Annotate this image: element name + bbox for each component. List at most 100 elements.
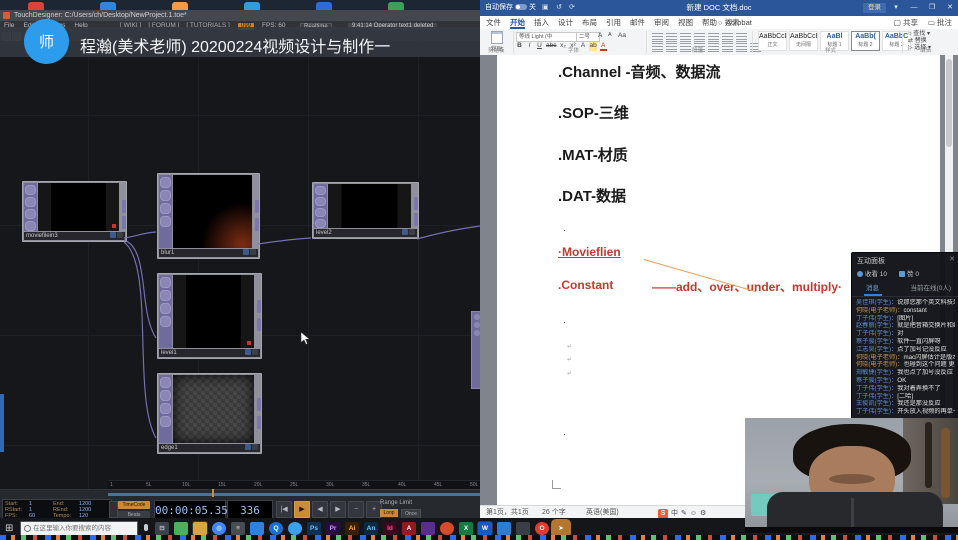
- paragraph-format-icon[interactable]: [708, 42, 719, 52]
- tab-开始[interactable]: 开始: [510, 16, 525, 29]
- node-viewer[interactable]: [173, 175, 252, 248]
- tab-online-list[interactable]: 当前在线(0人): [911, 282, 951, 296]
- style-card[interactable]: AaBbCcD无间隔: [789, 31, 818, 51]
- camera-app-icon[interactable]: [497, 522, 511, 535]
- ribbon-tabs[interactable]: 文件开始插入设计布局引用邮件审阅视图帮助Acrobat: [486, 16, 752, 29]
- style-card[interactable]: AaBbC标题 3: [882, 31, 911, 51]
- tab-设计[interactable]: 设计: [558, 16, 573, 29]
- qq-browser-icon[interactable]: Q: [269, 522, 283, 535]
- node-level1[interactable]: level1: [157, 273, 262, 359]
- dark-app-icon[interactable]: [516, 522, 530, 535]
- node-level2[interactable]: level2: [312, 182, 419, 239]
- paragraph-format-icon[interactable]: [680, 32, 691, 42]
- file-explorer-icon[interactable]: [193, 522, 207, 535]
- close-button[interactable]: ✕: [942, 0, 958, 16]
- transport-button[interactable]: −: [348, 501, 364, 518]
- font-format-button[interactable]: A: [600, 42, 607, 51]
- green-app-icon[interactable]: [174, 522, 188, 535]
- dingtalk-icon[interactable]: [288, 522, 302, 535]
- transport-button[interactable]: ▶: [330, 501, 346, 518]
- tim-icon[interactable]: [250, 522, 264, 535]
- style-card[interactable]: AaBbCcD正文: [758, 31, 787, 51]
- node-flag-strip[interactable]: [314, 184, 327, 228]
- node-viewer[interactable]: [328, 184, 411, 228]
- timeline-collapse-button[interactable]: [109, 501, 118, 518]
- font-format-button[interactable]: U: [536, 42, 543, 51]
- excel-icon[interactable]: X: [459, 522, 473, 535]
- node-edge1[interactable]: edge1: [157, 373, 262, 454]
- notepad-icon[interactable]: ≡: [231, 522, 245, 535]
- node-output-connector[interactable]: [257, 318, 261, 331]
- restore-button[interactable]: ❐: [924, 0, 940, 16]
- taskview-icon[interactable]: ⊟: [155, 522, 169, 535]
- sogou-logo-icon[interactable]: S: [658, 509, 668, 519]
- loop-button[interactable]: Loop: [380, 509, 398, 517]
- paragraph-format-icon[interactable]: [736, 42, 747, 52]
- paragraph-format-icon[interactable]: [652, 42, 663, 52]
- node-viewer[interactable]: [173, 375, 254, 443]
- node-moviefilein3[interactable]: moviefilein3: [22, 181, 127, 242]
- node-output-connector[interactable]: [414, 197, 418, 210]
- font-size-select[interactable]: 二号: [576, 32, 600, 42]
- tab-布局[interactable]: 布局: [582, 16, 597, 29]
- transport-button[interactable]: |◀: [276, 501, 292, 518]
- node-output-connector[interactable]: [257, 416, 261, 429]
- tab-帮助[interactable]: 帮助: [702, 16, 717, 29]
- replace-button[interactable]: ⇄ 替换: [908, 38, 931, 45]
- classin-pointer-icon[interactable]: ➤: [554, 522, 568, 535]
- td-network-editor[interactable]: moviefilein3 blur1 level2: [0, 41, 480, 490]
- shrink-font-button[interactable]: A: [608, 32, 612, 38]
- ribbon-search[interactable]: ○ 搜索: [718, 16, 740, 29]
- tab-视图[interactable]: 视图: [678, 16, 693, 29]
- paragraph-format-icon[interactable]: [666, 42, 677, 52]
- minimize-button[interactable]: —: [906, 0, 922, 16]
- indesign-icon[interactable]: Id: [383, 522, 397, 535]
- paragraph-format-icon[interactable]: [722, 32, 733, 42]
- word-icon[interactable]: W: [478, 522, 492, 535]
- node-viewer[interactable]: [38, 183, 119, 231]
- node-flag-strip[interactable]: [159, 175, 172, 248]
- node-viewer[interactable]: [173, 275, 254, 348]
- paragraph-buttons-row2[interactable]: [652, 42, 761, 52]
- premiere-icon[interactable]: Pr: [326, 522, 340, 535]
- acrobat-icon[interactable]: A: [402, 522, 416, 535]
- chat-message-list[interactable]: 吴佳琪(学生)：说那您那个英文科技单词何晓(电子老师)：constant丁子伟(…: [856, 299, 955, 419]
- find-button[interactable]: ○ 查找 ▾: [908, 31, 931, 38]
- font-buttons[interactable]: BIUabcx₂x²AabA: [516, 42, 607, 51]
- td-titlebar[interactable]: TouchDesigner: C:/Users/ch/Desktop/NewPr…: [0, 10, 480, 21]
- ribbon-options-button[interactable]: ▾: [888, 0, 904, 16]
- node-flag-strip[interactable]: [24, 183, 37, 231]
- node-output-connector[interactable]: [257, 398, 261, 411]
- node-flag-strip[interactable]: [159, 375, 172, 443]
- font-format-button[interactable]: B: [516, 42, 523, 51]
- grow-font-button[interactable]: A: [598, 32, 602, 39]
- font-format-button[interactable]: x₂: [559, 42, 566, 51]
- timecode-mode-button[interactable]: TimeCode: [118, 501, 150, 509]
- paragraph-format-icon[interactable]: [694, 32, 705, 42]
- node-output-connector[interactable]: [257, 300, 261, 313]
- node-output-connector[interactable]: [255, 200, 259, 213]
- node-output-connector[interactable]: [122, 200, 126, 213]
- tab-审阅[interactable]: 审阅: [654, 16, 669, 29]
- transport-button[interactable]: ▶: [294, 501, 310, 518]
- taskbar-search-input[interactable]: [20, 521, 138, 536]
- node-output-connector[interactable]: [255, 218, 259, 231]
- font-format-button[interactable]: I: [526, 42, 533, 51]
- font-format-button[interactable]: abc: [546, 42, 556, 51]
- transport-button[interactable]: ◀: [312, 501, 328, 518]
- tab-插入[interactable]: 插入: [534, 16, 549, 29]
- paragraph-format-icon[interactable]: [722, 42, 733, 52]
- office-icon[interactable]: [440, 522, 454, 535]
- font-format-button[interactable]: ab: [589, 42, 596, 51]
- tab-邮件[interactable]: 邮件: [630, 16, 645, 29]
- node-output-connector[interactable]: [414, 213, 418, 226]
- illustrator-icon[interactable]: Ai: [345, 522, 359, 535]
- node-flag-strip[interactable]: [159, 275, 172, 348]
- photoshop-icon[interactable]: Ps: [307, 522, 321, 535]
- paragraph-format-icon[interactable]: [652, 32, 663, 42]
- animate-icon[interactable]: An: [364, 522, 378, 535]
- node-blur1[interactable]: blur1: [157, 173, 260, 259]
- font-name-select[interactable]: 等线 Light (中: [516, 32, 578, 42]
- node-output-connector[interactable]: [122, 216, 126, 229]
- login-button[interactable]: 登录: [863, 3, 886, 13]
